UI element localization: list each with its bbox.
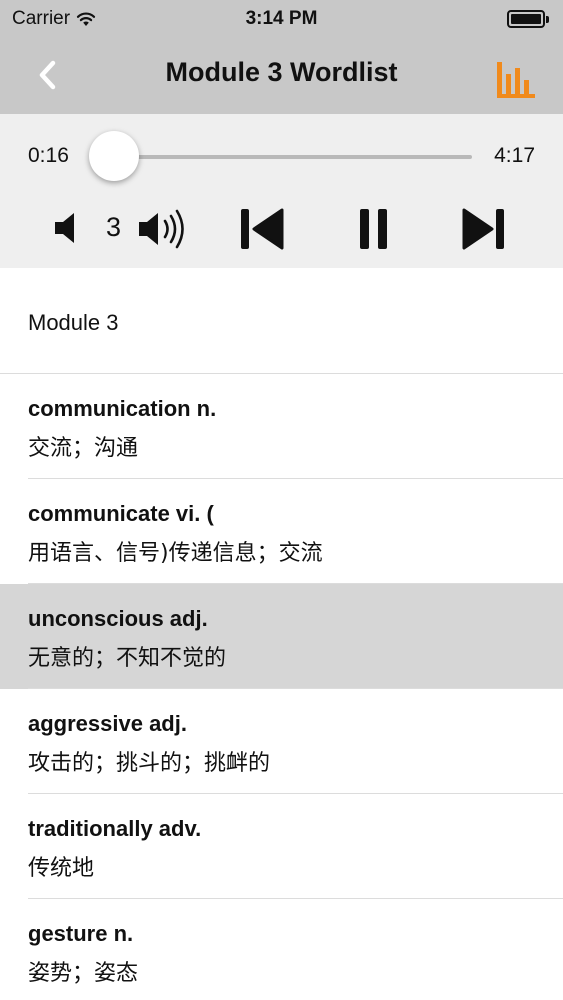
volume-up-button[interactable] bbox=[136, 206, 192, 252]
chart-button[interactable] bbox=[495, 60, 537, 100]
speaker-icon bbox=[55, 213, 74, 243]
audio-player: 0:16 4:17 3 bbox=[0, 114, 563, 268]
word-meaning: 交流；沟通 bbox=[28, 436, 139, 461]
word-meaning: 无意的；不知不觉的 bbox=[28, 646, 227, 671]
word-list: Module 3 communication n. 交流；沟通 communic… bbox=[0, 268, 563, 1000]
word-meaning: 用语言、信号)传递信息；交流 bbox=[28, 541, 323, 566]
playback-controls: 3 bbox=[0, 198, 563, 260]
volume-down-button[interactable] bbox=[52, 210, 84, 246]
list-item[interactable]: communication n. 交流；沟通 bbox=[0, 374, 563, 479]
top-bar: Carrier 3:14 PM Module 3 Wordlist bbox=[0, 0, 563, 114]
list-item[interactable]: communicate vi. ( 用语言、信号)传递信息；交流 bbox=[0, 479, 563, 584]
word-term: gesture n. bbox=[28, 921, 134, 946]
list-item[interactable]: gesture n. 姿势；姿态 bbox=[0, 899, 563, 1000]
total-time: 4:17 bbox=[494, 144, 535, 167]
current-time: 0:16 bbox=[28, 144, 69, 167]
section-header: Module 3 bbox=[0, 268, 563, 374]
list-item[interactable]: aggressive adj. 攻击的；挑斗的；挑衅的 bbox=[0, 689, 563, 794]
word-term: communication n. bbox=[28, 396, 217, 421]
nav-bar: Module 3 Wordlist bbox=[0, 38, 563, 114]
next-button[interactable] bbox=[458, 206, 508, 252]
list-item[interactable]: traditionally adv. 传统地 bbox=[0, 794, 563, 899]
status-time: 3:14 PM bbox=[245, 8, 318, 29]
status-bar: Carrier 3:14 PM bbox=[0, 0, 563, 38]
word-term: traditionally adv. bbox=[28, 816, 202, 841]
bar-chart-icon bbox=[497, 62, 535, 98]
word-term: aggressive adj. bbox=[28, 711, 187, 736]
page-title: Module 3 Wordlist bbox=[165, 57, 398, 87]
word-meaning: 姿势；姿态 bbox=[28, 961, 139, 986]
battery-icon bbox=[507, 10, 551, 28]
word-term: communicate vi. ( bbox=[28, 501, 214, 526]
list-item[interactable]: unconscious adj. 无意的；不知不觉的 bbox=[0, 584, 563, 689]
speaker-loud-icon bbox=[139, 209, 184, 249]
progress-slider[interactable] bbox=[88, 131, 472, 181]
section-title: Module 3 bbox=[28, 310, 119, 335]
pause-icon bbox=[360, 209, 387, 249]
skip-forward-icon bbox=[462, 208, 504, 250]
skip-back-icon bbox=[241, 208, 284, 250]
word-meaning: 传统地 bbox=[28, 856, 95, 881]
pause-button[interactable] bbox=[354, 206, 394, 252]
word-term: unconscious adj. bbox=[28, 606, 208, 631]
word-meaning: 攻击的；挑斗的；挑衅的 bbox=[28, 751, 271, 776]
previous-button[interactable] bbox=[238, 206, 288, 252]
slider-knob[interactable] bbox=[88, 131, 139, 181]
volume-level: 3 bbox=[106, 212, 122, 242]
